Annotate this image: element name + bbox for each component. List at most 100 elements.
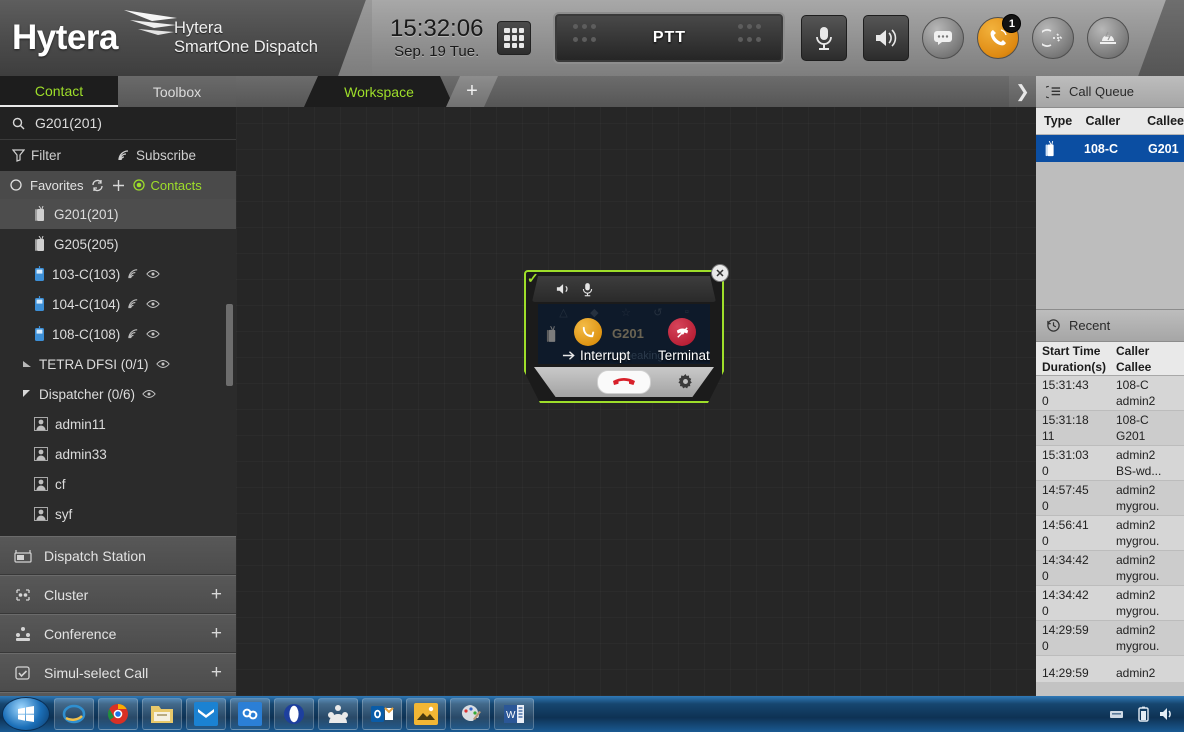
tree-item-tetra-dfsi[interactable]: TETRA DFSI (0/1) bbox=[0, 349, 236, 379]
recent-callee: mygrou. bbox=[1116, 498, 1184, 514]
terminate-action[interactable]: Terminate bbox=[658, 348, 710, 363]
signal-icon[interactable] bbox=[127, 268, 139, 280]
tree-item-104c[interactable]: 104-C(104) bbox=[0, 289, 236, 319]
tree-item-cf[interactable]: cf bbox=[0, 469, 236, 499]
list-item[interactable]: 15:31:430 108-Cadmin2 bbox=[1036, 376, 1184, 411]
ptt-button[interactable]: PTT bbox=[553, 12, 785, 64]
expand-flag-icon[interactable] bbox=[22, 389, 32, 399]
list-item[interactable]: 14:29:59 admin2 bbox=[1036, 656, 1184, 682]
recent-callee: BS-wd... bbox=[1116, 463, 1184, 479]
battery-icon[interactable] bbox=[1137, 706, 1151, 722]
foxmail-icon[interactable] bbox=[186, 698, 226, 730]
plus-icon[interactable]: + bbox=[211, 624, 222, 643]
list-item[interactable]: 15:31:030 admin2BS-wd... bbox=[1036, 446, 1184, 481]
refresh-icon[interactable] bbox=[91, 179, 104, 192]
internet-explorer-icon[interactable] bbox=[54, 698, 94, 730]
logout-button[interactable] bbox=[1032, 17, 1074, 59]
team-app-icon[interactable] bbox=[318, 698, 358, 730]
search-input[interactable]: G201(201) bbox=[0, 107, 236, 140]
favorites-label[interactable]: Favorites bbox=[30, 178, 83, 193]
panel-simul-select-call[interactable]: Simul-select Call + bbox=[0, 653, 236, 692]
eye-icon[interactable] bbox=[146, 329, 160, 339]
eye-icon[interactable] bbox=[146, 269, 160, 279]
list-item[interactable]: 14:34:420 admin2mygrou. bbox=[1036, 586, 1184, 621]
radio-device-icon bbox=[34, 326, 45, 342]
tree-item-103c[interactable]: 103-C(103) bbox=[0, 259, 236, 289]
list-item[interactable]: 14:56:410 admin2mygrou. bbox=[1036, 516, 1184, 551]
add-tab-button[interactable]: + bbox=[446, 76, 498, 107]
plus-icon[interactable]: + bbox=[211, 585, 222, 604]
terminate-button[interactable] bbox=[668, 318, 696, 346]
product-line-2: SmartOne Dispatch bbox=[174, 38, 318, 57]
signal-icon[interactable] bbox=[127, 328, 139, 340]
interrupt-arrow-icon bbox=[580, 324, 597, 341]
settings-button[interactable] bbox=[677, 373, 694, 390]
alarm-button[interactable] bbox=[1087, 17, 1129, 59]
clock-history-icon bbox=[1046, 318, 1061, 333]
speaker-button[interactable] bbox=[863, 15, 909, 61]
tree-item-syf[interactable]: syf bbox=[0, 499, 236, 529]
active-call-dialog[interactable]: ✓ △◆☆↺▫ 108-C Speaking bbox=[524, 270, 724, 403]
network-icon[interactable] bbox=[1109, 706, 1129, 722]
signal-icon[interactable] bbox=[127, 298, 139, 310]
interrupt-button[interactable] bbox=[574, 318, 602, 346]
panel-cluster[interactable]: Cluster + bbox=[0, 575, 236, 614]
column-start-time: Start Time bbox=[1042, 343, 1116, 359]
eye-icon[interactable] bbox=[156, 359, 170, 369]
message-button[interactable] bbox=[922, 17, 964, 59]
image-viewer-icon[interactable] bbox=[406, 698, 446, 730]
collapse-triangle-icon[interactable] bbox=[22, 359, 32, 369]
tree-item-g201[interactable]: G201(201) bbox=[0, 199, 236, 229]
tree-label: cf bbox=[55, 477, 66, 492]
radio-unchecked-icon[interactable] bbox=[10, 179, 22, 191]
cloud-app-icon[interactable] bbox=[230, 698, 270, 730]
file-explorer-icon[interactable] bbox=[142, 698, 182, 730]
tree-item-admin11[interactable]: admin11 bbox=[0, 409, 236, 439]
list-item[interactable]: 14:34:420 admin2mygrou. bbox=[1036, 551, 1184, 586]
list-item[interactable]: 14:29:590 admin2mygrou. bbox=[1036, 621, 1184, 656]
tree-label: admin11 bbox=[55, 417, 106, 432]
tree-label: 108-C(108) bbox=[52, 327, 120, 342]
start-orb-button[interactable] bbox=[2, 697, 50, 731]
speaker-icon[interactable] bbox=[556, 282, 572, 296]
keypad-icon[interactable] bbox=[497, 21, 531, 55]
contacts-toggle[interactable]: Contacts bbox=[133, 178, 201, 193]
plus-icon[interactable] bbox=[112, 179, 125, 192]
eye-icon[interactable] bbox=[146, 299, 160, 309]
list-item[interactable]: 15:31:1811 108-CG201 bbox=[1036, 411, 1184, 446]
microphone-button[interactable] bbox=[801, 15, 847, 61]
google-chrome-icon[interactable] bbox=[98, 698, 138, 730]
sidebar-scrollbar-thumb[interactable] bbox=[226, 304, 233, 386]
close-icon[interactable]: ✕ bbox=[711, 264, 729, 282]
tab-toolbox[interactable]: Toolbox bbox=[118, 76, 236, 107]
recent-caller: admin2 bbox=[1116, 665, 1184, 681]
tree-item-g205[interactable]: G205(205) bbox=[0, 229, 236, 259]
paint-icon[interactable] bbox=[450, 698, 490, 730]
filter-button[interactable]: Filter bbox=[12, 148, 61, 163]
interrupt-action[interactable]: Interrupt bbox=[562, 348, 630, 363]
outlook-icon[interactable] bbox=[362, 698, 402, 730]
group-radio-icon bbox=[34, 206, 47, 222]
word-icon[interactable]: W bbox=[494, 698, 534, 730]
call-button[interactable]: 1 bbox=[977, 17, 1019, 59]
panel-conference[interactable]: Conference + bbox=[0, 614, 236, 653]
plus-icon[interactable]: + bbox=[211, 663, 222, 682]
list-item[interactable]: 14:57:450 admin2mygrou. bbox=[1036, 481, 1184, 516]
microphone-icon[interactable] bbox=[582, 282, 593, 297]
tree-label: 103-C(103) bbox=[52, 267, 120, 282]
user-icon bbox=[34, 507, 48, 521]
tree-item-dispatcher[interactable]: Dispatcher (0/6) bbox=[0, 379, 236, 409]
hangup-button[interactable] bbox=[597, 370, 651, 394]
tree-item-108c[interactable]: 108-C(108) bbox=[0, 319, 236, 349]
tree-item-admin33[interactable]: admin33 bbox=[0, 439, 236, 469]
opera-icon[interactable] bbox=[274, 698, 314, 730]
subscribe-button[interactable]: Subscribe bbox=[117, 148, 196, 163]
panel-dispatch-station[interactable]: Dispatch Station bbox=[0, 536, 236, 575]
table-row[interactable]: 108-C G201 bbox=[1036, 135, 1184, 162]
tab-contact[interactable]: Contact bbox=[0, 76, 118, 107]
collapse-right-panel-button[interactable]: ❯ bbox=[1009, 76, 1036, 107]
recent-duration: 0 bbox=[1042, 498, 1116, 514]
eye-icon[interactable] bbox=[142, 389, 156, 399]
tab-workspace[interactable]: Workspace bbox=[304, 76, 454, 107]
volume-icon[interactable] bbox=[1159, 706, 1176, 722]
